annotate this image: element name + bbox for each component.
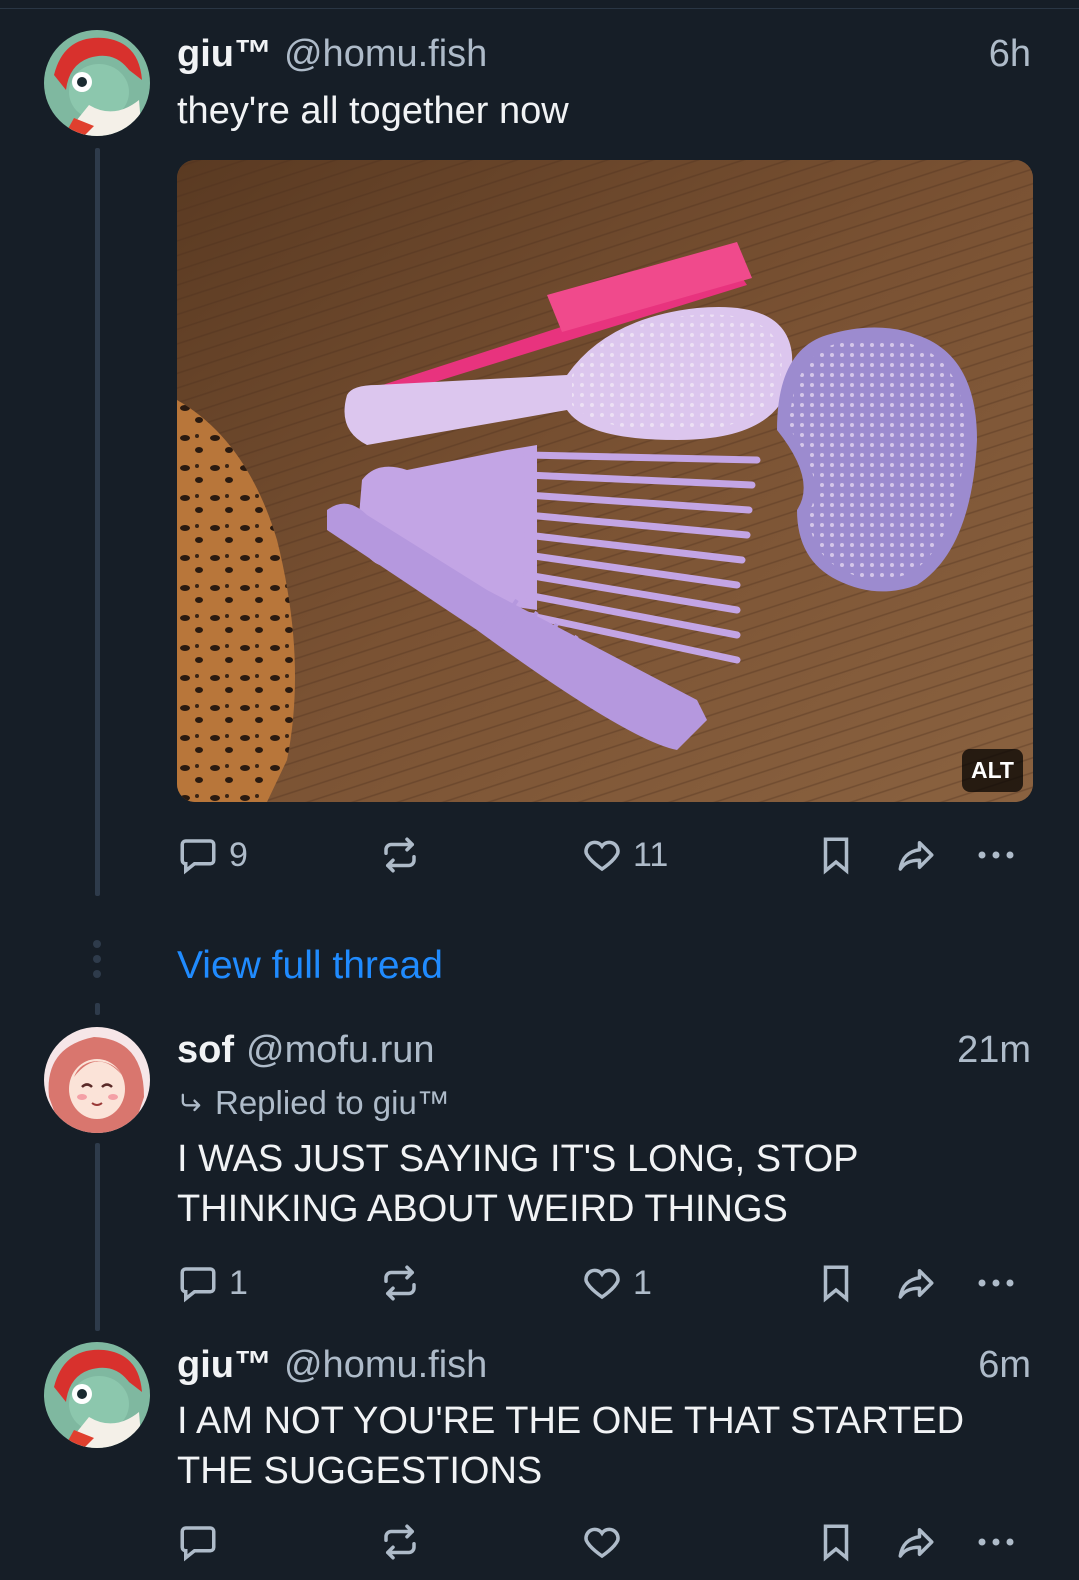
avatar-giu[interactable] bbox=[44, 1342, 150, 1448]
like-icon bbox=[584, 1527, 620, 1559]
reply-icon bbox=[180, 839, 216, 875]
reply-arrow-icon bbox=[181, 1093, 201, 1112]
like-count: 1 bbox=[633, 1263, 652, 1302]
avatar-giu[interactable] bbox=[44, 30, 150, 136]
thread-line bbox=[95, 1143, 100, 1331]
bookmark-button[interactable] bbox=[815, 1253, 857, 1313]
reply-count: 9 bbox=[229, 835, 248, 874]
thread-ellipsis bbox=[92, 940, 102, 985]
more-button[interactable] bbox=[975, 1512, 1017, 1572]
share-icon bbox=[898, 841, 934, 871]
hair-brushes-photo bbox=[177, 160, 1033, 802]
bookmark-icon bbox=[823, 837, 849, 875]
reply-icon bbox=[180, 1267, 216, 1303]
reply-button[interactable]: 9 bbox=[177, 825, 248, 885]
replied-to-text: Replied to giu™ bbox=[215, 1084, 450, 1121]
post-actions bbox=[177, 1512, 1033, 1572]
post-actions: 9 11 bbox=[177, 825, 1033, 885]
bookmark-button[interactable] bbox=[815, 825, 857, 885]
more-icon bbox=[978, 1279, 1014, 1287]
post-header: sof @mofu.run 21m bbox=[177, 1027, 1031, 1073]
post-actions: 1 1 bbox=[177, 1253, 1033, 1313]
repost-button[interactable] bbox=[379, 1253, 421, 1313]
post-text: I AM NOT YOU'RE THE ONE THAT STARTED THE… bbox=[177, 1400, 965, 1492]
author-handle[interactable]: @homu.fish bbox=[284, 1342, 487, 1388]
post-time[interactable]: 6h bbox=[989, 31, 1031, 77]
share-button[interactable] bbox=[895, 1512, 937, 1572]
share-icon bbox=[898, 1528, 934, 1558]
author-name[interactable]: giu™ bbox=[177, 1342, 272, 1388]
replied-to-label[interactable]: Replied to giu™ bbox=[177, 1083, 450, 1123]
repost-icon bbox=[384, 1265, 416, 1301]
more-icon bbox=[978, 851, 1014, 859]
like-icon bbox=[584, 840, 620, 872]
share-button[interactable] bbox=[895, 825, 937, 885]
post-time[interactable]: 6m bbox=[978, 1342, 1031, 1388]
avatar-sof[interactable] bbox=[44, 1027, 150, 1133]
repost-icon bbox=[384, 1524, 416, 1560]
reply-icon bbox=[180, 1526, 216, 1562]
reply-button[interactable] bbox=[177, 1512, 229, 1572]
like-icon bbox=[584, 1268, 620, 1300]
post-time[interactable]: 21m bbox=[957, 1027, 1031, 1073]
post-header: giu™ @homu.fish 6m bbox=[177, 1342, 1031, 1388]
post-text: they're all together now bbox=[177, 90, 569, 132]
post-image[interactable]: ALT bbox=[177, 160, 1033, 802]
like-count: 11 bbox=[633, 835, 669, 874]
reply-count: 1 bbox=[229, 1263, 248, 1302]
author-name[interactable]: giu™ bbox=[177, 31, 272, 77]
thread-line bbox=[95, 148, 100, 896]
more-button[interactable] bbox=[975, 825, 1017, 885]
like-button[interactable]: 11 bbox=[581, 825, 668, 885]
more-button[interactable] bbox=[975, 1253, 1017, 1313]
thread-line-stub bbox=[95, 1003, 100, 1015]
reply-button[interactable]: 1 bbox=[177, 1253, 248, 1313]
repost-button[interactable] bbox=[379, 1512, 421, 1572]
share-icon bbox=[898, 1269, 934, 1299]
alt-text-badge[interactable]: ALT bbox=[961, 749, 1023, 792]
repost-button[interactable] bbox=[379, 825, 421, 885]
like-button[interactable] bbox=[581, 1512, 633, 1572]
author-handle[interactable]: @mofu.run bbox=[246, 1027, 435, 1073]
repost-icon bbox=[384, 837, 416, 873]
top-divider bbox=[0, 0, 1079, 9]
post-text: I WAS JUST SAYING IT'S LONG, STOP THINKI… bbox=[177, 1138, 858, 1230]
view-full-thread-link[interactable]: View full thread bbox=[177, 942, 443, 990]
like-button[interactable]: 1 bbox=[581, 1253, 652, 1313]
more-icon bbox=[978, 1538, 1014, 1546]
author-handle[interactable]: @homu.fish bbox=[284, 31, 487, 77]
bookmark-button[interactable] bbox=[815, 1512, 857, 1572]
bookmark-icon bbox=[823, 1524, 849, 1562]
author-name[interactable]: sof bbox=[177, 1027, 234, 1073]
post-header: giu™ @homu.fish 6h bbox=[177, 31, 1031, 77]
share-button[interactable] bbox=[895, 1253, 937, 1313]
bookmark-icon bbox=[823, 1265, 849, 1303]
